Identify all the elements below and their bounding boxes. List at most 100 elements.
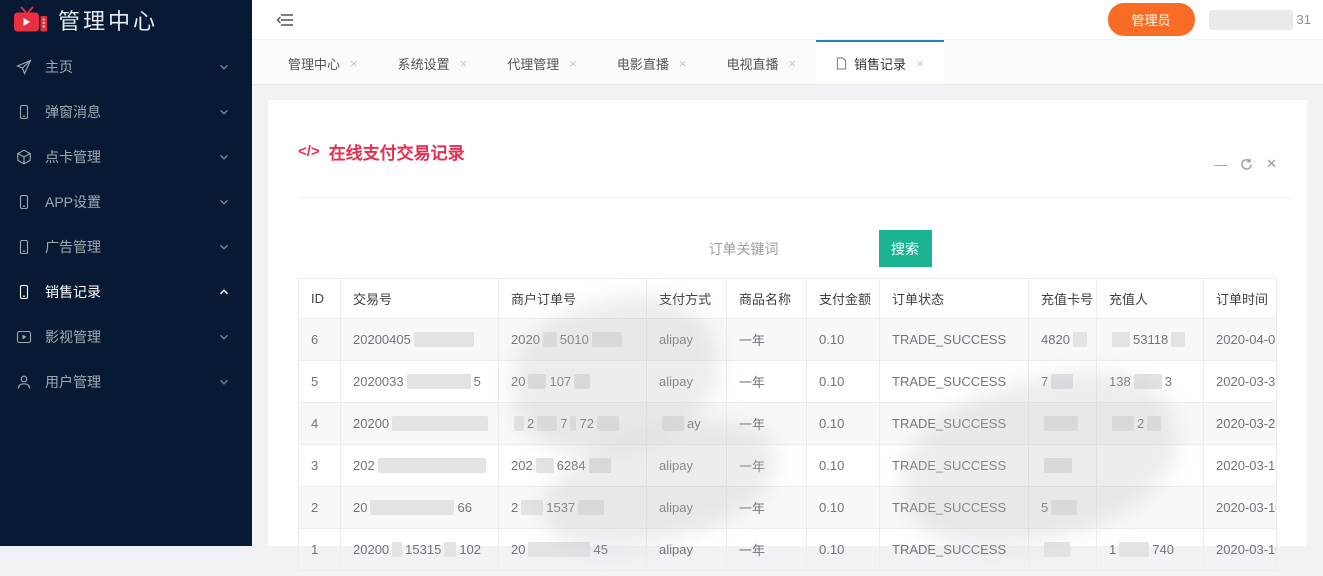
- sidebar-item-user-management[interactable]: 用户管理: [0, 359, 252, 404]
- transactions-table-wrap: ID交易号商户订单号支付方式商品名称支付金额订单状态充值卡号充值人订单时间 62…: [298, 278, 1277, 571]
- table-cell: 20205010: [499, 319, 647, 361]
- close-icon[interactable]: ×: [788, 57, 796, 70]
- table-cell: 0.10: [807, 529, 880, 571]
- table-cell: 20200335: [341, 361, 499, 403]
- mobile-icon: [16, 193, 33, 210]
- sidebar-item-sales-records[interactable]: 销售记录: [0, 269, 252, 314]
- table-cell: [1029, 529, 1097, 571]
- redacted-value: [1112, 332, 1130, 347]
- user-account[interactable]: 31: [1209, 10, 1311, 30]
- transactions-table: ID交易号商户订单号支付方式商品名称支付金额订单状态充值卡号充值人订单时间 62…: [298, 278, 1277, 571]
- redacted-value: [537, 416, 557, 431]
- redacted-value: [528, 374, 546, 389]
- close-icon[interactable]: ×: [460, 57, 468, 70]
- column-header: 充值卡号: [1029, 279, 1097, 319]
- sidebar-item-popup-messages[interactable]: 弹窗消息: [0, 89, 252, 134]
- column-header: 交易号: [341, 279, 499, 319]
- file-icon: [836, 57, 847, 70]
- tab-label: 代理管理: [507, 54, 559, 73]
- panel-divider: [298, 197, 1291, 198]
- tab-system-settings[interactable]: 系统设置×: [378, 40, 488, 84]
- chevron-down-icon: [218, 151, 230, 163]
- tab-admin-center[interactable]: 管理中心×: [268, 40, 378, 84]
- sidebar-item-label: APP设置: [45, 192, 218, 212]
- tab-agent-management[interactable]: 代理管理 ×: [487, 40, 597, 84]
- panel-header: </> 在线支付交易记录 —✕: [268, 100, 1307, 197]
- table-cell: 一年: [727, 445, 807, 487]
- panel-tools: —✕: [1214, 156, 1277, 172]
- table-cell: 53118: [1097, 319, 1204, 361]
- tab-sales-records[interactable]: 销售记录×: [816, 40, 944, 84]
- table-row: 62020040520205010alipay一年0.10TRADE_SUCCE…: [299, 319, 1277, 361]
- redacted-value: [392, 416, 488, 431]
- sidebar-item-label: 弹窗消息: [45, 102, 218, 122]
- search-input[interactable]: [644, 233, 844, 265]
- sidebar-item-home[interactable]: 主页: [0, 44, 252, 89]
- tab-label: 电视直播: [726, 54, 778, 73]
- chevron-down-icon: [218, 196, 230, 208]
- redacted-value: [370, 500, 454, 515]
- sidebar-item-card-management[interactable]: 点卡管理: [0, 134, 252, 179]
- redacted-value: [536, 458, 554, 473]
- table-cell: 2020-04-05 0: [1204, 319, 1277, 361]
- close-icon[interactable]: ×: [679, 57, 687, 70]
- sidebar-item-app-settings[interactable]: APP设置: [0, 179, 252, 224]
- table-cell: [1029, 403, 1097, 445]
- sidebar-item-ad-management[interactable]: 广告管理: [0, 224, 252, 269]
- table-cell: 20200: [341, 403, 499, 445]
- sidebar-item-label: 广告管理: [45, 237, 218, 257]
- sidebar-collapse-icon[interactable]: [272, 9, 298, 31]
- table-cell: 一年: [727, 319, 807, 361]
- close-icon[interactable]: ×: [569, 57, 577, 70]
- table-cell: 2066: [341, 487, 499, 529]
- table-cell: 一年: [727, 529, 807, 571]
- table-cell: 7: [1029, 361, 1097, 403]
- redacted-value: [1051, 374, 1073, 389]
- table-row: 120200153151022045alipay一年0.10TRADE_SUCC…: [299, 529, 1277, 571]
- refresh-icon[interactable]: [1240, 158, 1253, 171]
- table-cell: 4: [299, 403, 341, 445]
- column-header: 商户订单号: [499, 279, 647, 319]
- table-cell: 1740: [1097, 529, 1204, 571]
- admin-role-badge[interactable]: 管理员: [1108, 3, 1195, 36]
- table-cell: 2: [299, 487, 341, 529]
- app-logo[interactable]: 管理中心: [0, 0, 252, 40]
- tab-tv-live[interactable]: 电视直播 ×: [706, 40, 816, 84]
- sidebar-item-media-management[interactable]: 影视管理: [0, 314, 252, 359]
- redacted-value: [1134, 374, 1162, 389]
- table-cell: 5: [1029, 487, 1097, 529]
- redacted-value: [1171, 332, 1185, 347]
- redacted-value: [1073, 332, 1087, 347]
- table-cell: alipay: [647, 529, 727, 571]
- close-icon[interactable]: ×: [916, 57, 924, 70]
- redacted-value: [414, 332, 474, 347]
- mobile-icon: [16, 103, 33, 120]
- transactions-panel: </> 在线支付交易记录 —✕ 搜索 ID交易号商户订单号支付方式商品名称支付金…: [268, 100, 1307, 546]
- tab-bar: 管理中心×系统设置×代理管理×电影直播×电视直播×销售记录×: [252, 40, 1323, 85]
- search-button[interactable]: 搜索: [879, 230, 932, 267]
- table-cell: [1029, 445, 1097, 487]
- tab-movie-live[interactable]: 电影直播×: [597, 40, 707, 84]
- minimize-icon[interactable]: —: [1214, 157, 1227, 172]
- redacted-value: [1147, 416, 1161, 431]
- user-icon: [16, 373, 33, 390]
- table-cell: 20107: [499, 361, 647, 403]
- redacted-value: [570, 416, 576, 431]
- search-row: 搜索: [268, 230, 1307, 267]
- column-header: 订单时间: [1204, 279, 1277, 319]
- table-cell: 6: [299, 319, 341, 361]
- table-cell: [1097, 445, 1204, 487]
- redacted-username: [1209, 10, 1293, 30]
- column-header: 订单状态: [880, 279, 1029, 319]
- close-icon[interactable]: ×: [350, 57, 358, 70]
- table-cell: 2772: [499, 403, 647, 445]
- table-header-row: ID交易号商户订单号支付方式商品名称支付金额订单状态充值卡号充值人订单时间: [299, 279, 1277, 319]
- redacted-value: [1112, 416, 1134, 431]
- redacted-value: [407, 374, 471, 389]
- column-header: ID: [299, 279, 341, 319]
- sidebar-item-label: 销售记录: [45, 282, 218, 302]
- table-cell: TRADE_SUCCESS: [880, 529, 1029, 571]
- close-icon[interactable]: ✕: [1266, 156, 1277, 172]
- redacted-value: [1044, 458, 1072, 473]
- table-cell: alipay: [647, 319, 727, 361]
